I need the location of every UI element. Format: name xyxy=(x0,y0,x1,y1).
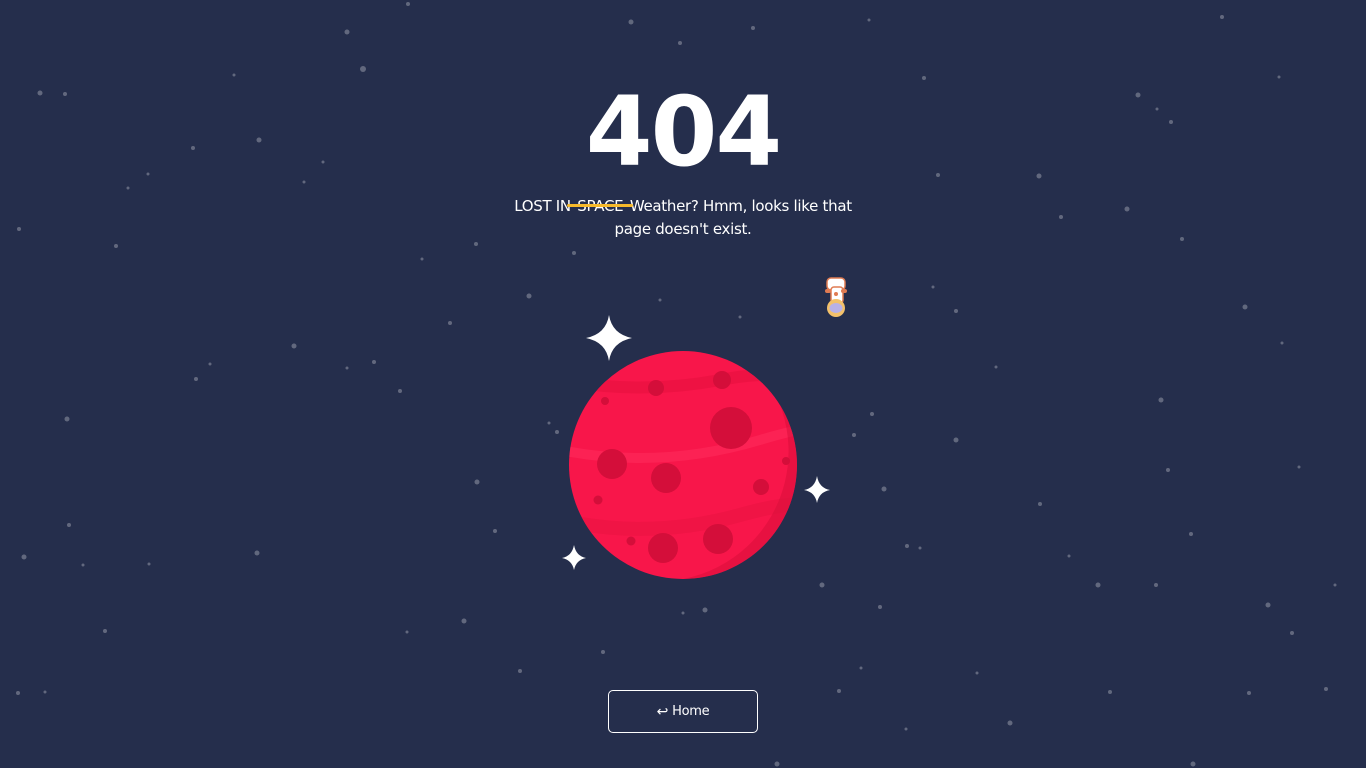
message-suffix: Weather? Hmm, looks like that page doesn… xyxy=(614,197,852,238)
home-button-label: Home xyxy=(672,704,710,719)
sparkle-icon xyxy=(562,545,586,570)
error-code: 404 xyxy=(585,76,782,188)
sparkle-icon xyxy=(586,315,632,361)
message-prefix: LOST IN xyxy=(514,197,576,215)
return-arrow-icon: ↩ xyxy=(656,703,669,720)
planet-icon xyxy=(569,351,797,579)
error-page: 404 LOST IN SPACE Weather? Hmm, looks li… xyxy=(0,0,1366,768)
struck-word: SPACE xyxy=(567,195,634,218)
planet-illustration xyxy=(562,315,830,579)
error-message: LOST IN SPACE Weather? Hmm, looks like t… xyxy=(513,195,853,241)
sparkle-icon xyxy=(804,476,830,503)
astronaut-icon xyxy=(825,277,847,317)
home-button[interactable]: ↩ Home xyxy=(608,690,758,733)
